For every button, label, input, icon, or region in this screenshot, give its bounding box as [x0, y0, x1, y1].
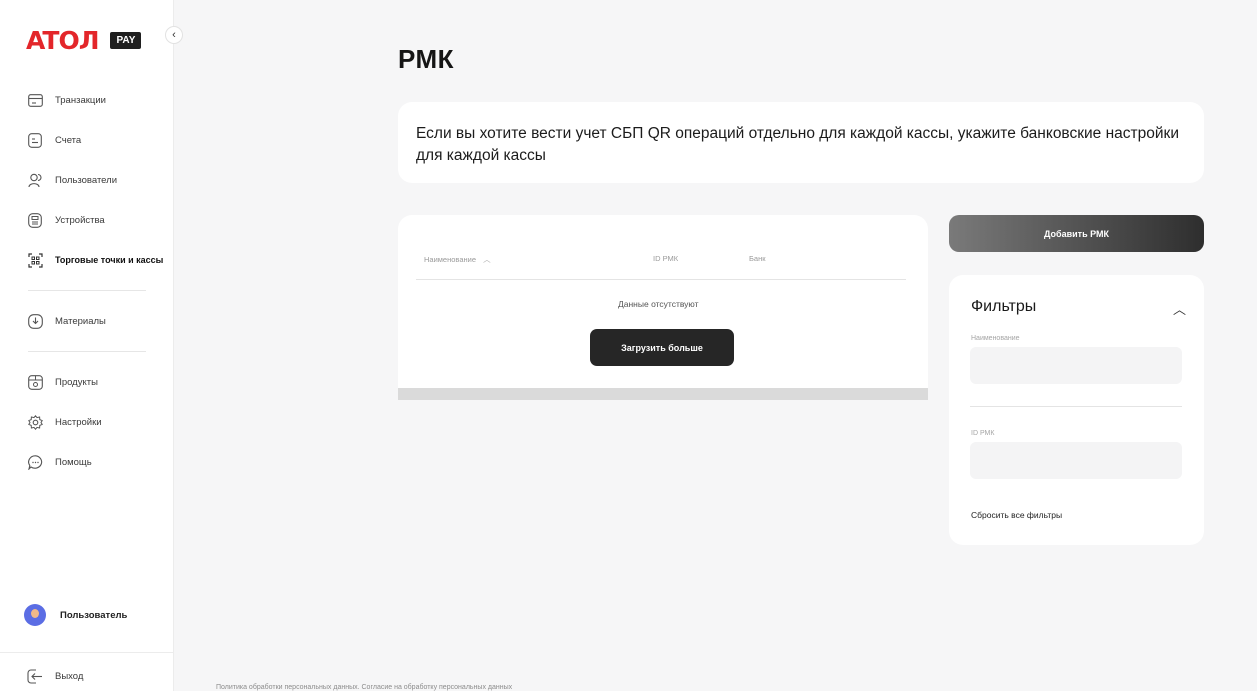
logout-button[interactable]: Выход [27, 668, 83, 684]
rmk-table: Наименование ︿ ID РМК Банк Данные отсутс… [398, 215, 928, 400]
filters-title: Фильтры [971, 298, 1037, 315]
column-header-bank[interactable]: Банк [749, 254, 766, 263]
sidebar-item-invoices[interactable]: Счета [27, 130, 174, 150]
chevron-up-icon[interactable]: ︿ [1173, 299, 1186, 318]
column-header-label: Наименование [424, 255, 476, 264]
sidebar-item-products[interactable]: Продукты [27, 372, 174, 392]
nav-divider [28, 290, 146, 291]
gear-icon [27, 414, 43, 430]
sidebar-item-label: Помощь [55, 456, 92, 468]
logout-icon [27, 668, 43, 684]
info-text: Если вы хотите вести учет СБП QR операци… [416, 125, 1179, 164]
sidebar-item-users[interactable]: Пользователи [27, 170, 174, 190]
materials-icon [27, 313, 43, 329]
sidebar-item-label: Настройки [55, 416, 102, 428]
load-more-button[interactable]: Загрузить больше [590, 329, 734, 366]
card-icon [27, 92, 43, 108]
sidebar-item-label: Транзакции [55, 94, 106, 106]
sidebar-item-help[interactable]: Помощь [27, 452, 174, 472]
sidebar-item-label: Материалы [55, 315, 106, 327]
filter-id-input[interactable] [970, 442, 1182, 479]
sidebar-item-label: Торговые точки и кассы [55, 255, 164, 265]
column-header-name[interactable]: Наименование ︿ [424, 254, 491, 265]
filter-id-label: ID РМК [971, 430, 995, 437]
sidebar-item-materials[interactable]: Материалы [27, 311, 174, 331]
device-icon [27, 212, 43, 228]
empty-state-text: Данные отсутствуют [618, 299, 699, 309]
filters-divider [970, 406, 1182, 407]
avatar [24, 604, 46, 626]
help-icon [27, 454, 43, 470]
filter-name-input[interactable] [970, 347, 1182, 384]
sidebar-item-settings[interactable]: Настройки [27, 412, 174, 432]
sort-up-icon[interactable]: ︿ [483, 255, 491, 264]
filter-name-label: Наименование [971, 335, 1020, 342]
pay-badge: PAY [110, 32, 142, 49]
sidebar-item-label: Пользователи [55, 174, 118, 186]
logout-label: Выход [55, 670, 84, 682]
page-title: РМК [398, 44, 455, 74]
sidebar: ATOЛ PAY Транзакции Счета Пользователи У… [0, 0, 174, 691]
user-name: Пользователь [60, 609, 128, 621]
products-icon [27, 374, 43, 390]
logo-text: ATOЛ [26, 26, 99, 55]
user-profile[interactable]: Пользователь [24, 604, 127, 626]
users-icon [27, 172, 43, 188]
sidebar-divider [0, 652, 174, 653]
table-header-divider [416, 279, 906, 280]
add-rmk-button[interactable]: Добавить РМК [949, 215, 1204, 252]
sidebar-nav: Транзакции Счета Пользователи Устройства… [0, 90, 174, 492]
info-card: Если вы хотите вести учет СБП QR операци… [398, 102, 1204, 183]
filters-panel: Фильтры ︿ Наименование ID РМК Сбросить в… [949, 275, 1204, 545]
store-icon [27, 252, 43, 268]
atol-pay-logo[interactable]: ATOЛ PAY [26, 26, 142, 55]
sidebar-item-devices[interactable]: Устройства [27, 210, 174, 230]
column-header-id[interactable]: ID РМК [653, 254, 678, 263]
sidebar-item-label: Продукты [55, 376, 98, 388]
sidebar-item-stores[interactable]: Торговые точки и кассы [27, 250, 174, 270]
nav-divider [28, 351, 146, 352]
sidebar-item-label: Устройства [55, 214, 105, 226]
footer-links[interactable]: Политика обработки персональных данных. … [216, 684, 512, 691]
reset-filters-link[interactable]: Сбросить все фильтры [971, 510, 1062, 520]
sidebar-item-transactions[interactable]: Транзакции [27, 90, 174, 110]
sidebar-item-label: Счета [55, 134, 82, 146]
sidebar-collapse-button[interactable]: ‹ [165, 26, 183, 44]
invoice-icon [27, 132, 43, 148]
horizontal-scrollbar[interactable] [398, 388, 928, 400]
